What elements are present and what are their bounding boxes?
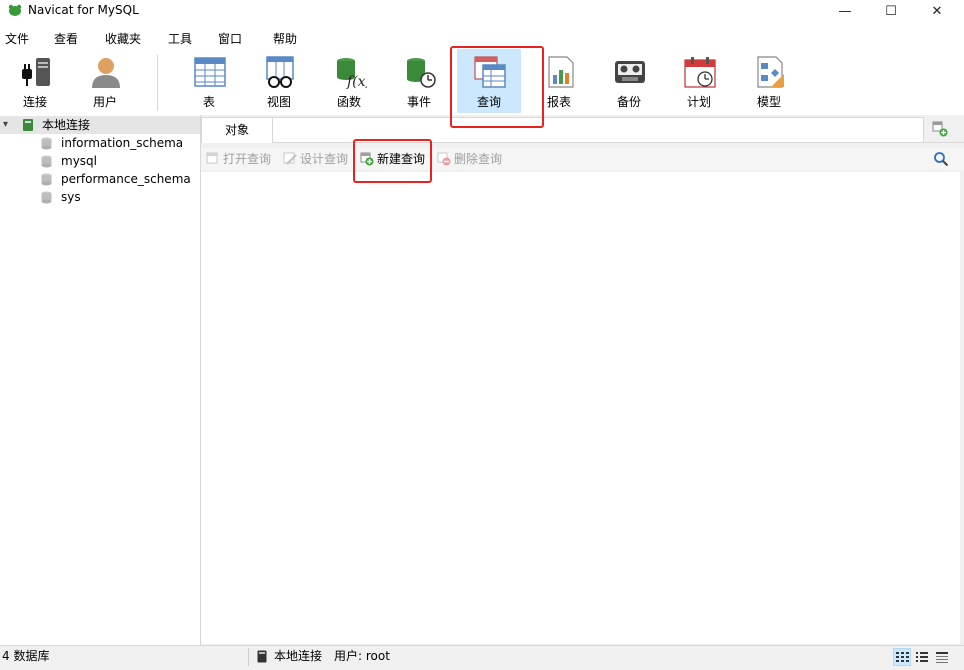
tree-database-item[interactable]: sys (0, 188, 200, 206)
function-button[interactable]: f(x) 函数 (317, 49, 381, 113)
view-glasses-icon (266, 56, 294, 88)
calendar-icon (684, 57, 716, 88)
status-connection: 本地连接 (274, 649, 323, 663)
user-icon (92, 58, 120, 88)
delete-query-label: 删除查询 (454, 152, 503, 166)
database-icon (41, 191, 52, 204)
model-icon (757, 56, 784, 88)
status-db-count: 4 数据库 (2, 649, 50, 663)
function-icon: f(x) (337, 58, 367, 89)
backup-tape-icon (615, 61, 645, 83)
backup-button[interactable]: 备份 (597, 49, 661, 113)
backup-label: 备份 (616, 95, 641, 109)
table-label: 表 (202, 95, 215, 109)
user-button[interactable]: 用户 (73, 49, 137, 113)
status-divider (248, 648, 249, 666)
database-icon (41, 155, 52, 168)
title-bar: Navicat for MySQL — ☐ ✕ (0, 0, 964, 29)
connect-button[interactable]: 连接 (3, 49, 67, 113)
view-label: 视图 (266, 95, 291, 109)
menu-view[interactable]: 查看 (54, 29, 78, 49)
menu-tools[interactable]: 工具 (168, 29, 192, 49)
tree-database-label: mysql (61, 154, 97, 168)
table-button[interactable]: 表 (177, 49, 241, 113)
plug-server-icon (22, 58, 50, 86)
toolbar-divider (157, 55, 158, 111)
query-highlight-box (450, 46, 544, 128)
tree-database-item[interactable]: mysql (0, 152, 200, 170)
expand-chevron-icon[interactable]: ▾ (3, 116, 8, 134)
user-label: 用户 (92, 95, 117, 109)
status-bar: 4 数据库 本地连接 用户: root (0, 645, 964, 670)
open-query-label: 打开查询 (223, 152, 272, 166)
report-chart-icon (548, 56, 574, 88)
new-query-highlight-box (353, 139, 432, 183)
connection-server-icon (23, 119, 33, 131)
connect-label: 连接 (22, 95, 47, 109)
model-label: 模型 (756, 95, 781, 109)
new-tab-icon[interactable] (932, 121, 948, 137)
detail-view-icon[interactable] (935, 650, 949, 664)
open-query-button[interactable]: 打开查询 (206, 148, 271, 170)
design-query-button[interactable]: 设计查询 (283, 148, 348, 170)
delete-query-button[interactable]: 删除查询 (437, 148, 502, 170)
tab-objects[interactable]: 对象 (201, 117, 273, 143)
database-icon (41, 173, 52, 186)
tree-database-label: sys (61, 190, 81, 204)
model-button[interactable]: 模型 (737, 49, 801, 113)
tree-database-item[interactable]: performance_schema (0, 170, 200, 188)
open-query-icon (206, 152, 218, 164)
close-button[interactable]: ✕ (914, 0, 960, 22)
menu-favorites[interactable]: 收藏夹 (105, 29, 141, 49)
event-button[interactable]: 事件 (387, 49, 451, 113)
tree-connection-local[interactable]: ▾ 本地连接 (0, 116, 200, 134)
delete-query-icon (437, 152, 451, 166)
navicat-logo-icon (8, 4, 22, 16)
schedule-label: 计划 (686, 95, 711, 109)
schedule-button[interactable]: 计划 (667, 49, 731, 113)
status-user: 用户: root (334, 649, 390, 663)
maximize-button[interactable]: ☐ (868, 0, 914, 22)
object-toolbar: 打开查询 设计查询 新建查询 删除查询 (201, 148, 964, 170)
table-icon (194, 57, 226, 87)
list-view-icon[interactable] (915, 650, 929, 664)
tree-database-label: performance_schema (61, 172, 191, 186)
window-title: Navicat for MySQL (28, 3, 139, 17)
svg-text:f(x): f(x) (346, 74, 367, 89)
connection-tree: ▾ 本地连接 information_schema mysql performa… (0, 115, 201, 645)
design-query-icon (283, 152, 297, 165)
function-label: 函数 (336, 95, 361, 109)
event-label: 事件 (406, 95, 431, 109)
view-button[interactable]: 视图 (247, 49, 311, 113)
design-query-label: 设计查询 (300, 152, 349, 166)
event-clock-icon (407, 58, 436, 88)
grid-view-icon[interactable] (893, 648, 911, 666)
connection-status-icon (257, 650, 267, 663)
database-icon (41, 137, 52, 150)
menu-help[interactable]: 帮助 (273, 29, 297, 49)
menu-window[interactable]: 窗口 (218, 29, 242, 49)
tree-connection-label: 本地连接 (42, 118, 91, 132)
tree-database-label: information_schema (61, 136, 184, 150)
minimize-button[interactable]: — (822, 0, 868, 22)
tree-database-item[interactable]: information_schema (0, 134, 200, 152)
menu-file[interactable]: 文件 (5, 29, 29, 49)
object-list-area[interactable] (201, 172, 960, 644)
search-icon[interactable] (933, 151, 949, 167)
